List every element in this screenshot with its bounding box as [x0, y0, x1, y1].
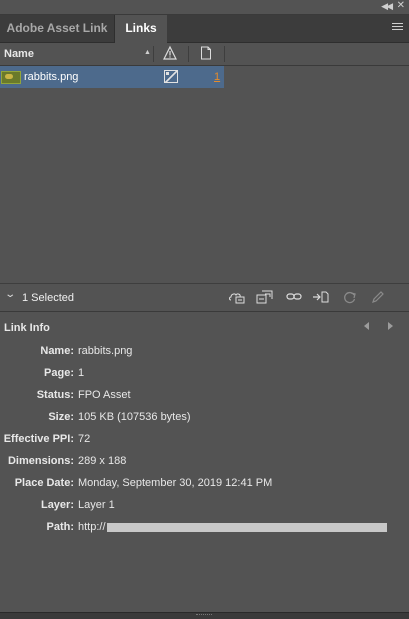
close-panel-icon[interactable]: ✕: [397, 0, 405, 11]
info-label: Page:: [44, 367, 74, 379]
collapse-panel-icon[interactable]: ◀◀: [381, 1, 393, 12]
warning-triangle-icon[interactable]: [163, 45, 177, 61]
previous-link-icon[interactable]: [364, 322, 369, 330]
link-row-rabbits[interactable]: rabbits.png 1: [0, 66, 224, 88]
page-number-link[interactable]: 1: [214, 71, 220, 83]
tab-bar: Adobe Asset Link Links: [0, 15, 409, 43]
panel-menu-icon[interactable]: [392, 23, 403, 32]
info-value: Layer 1: [78, 499, 115, 511]
info-value: 1: [78, 367, 85, 379]
next-link-icon[interactable]: [388, 322, 393, 330]
info-value: Monday, September 30, 2019 12:41 PM: [78, 477, 273, 489]
info-value: 289 x 188: [78, 455, 127, 467]
info-label: Status:: [36, 389, 74, 401]
sort-ascending-icon[interactable]: ▲: [144, 49, 151, 56]
info-row-name: Name: rabbits.png: [0, 345, 409, 361]
column-divider: [224, 46, 225, 62]
info-label: Name:: [40, 345, 74, 357]
tab-adobe-asset-link[interactable]: Adobe Asset Link: [0, 15, 115, 42]
info-label: Size:: [48, 411, 74, 423]
info-row-effective-ppi: Effective PPI: 72: [0, 433, 409, 449]
info-label: Dimensions:: [7, 455, 74, 467]
thumbnail-icon: [1, 71, 21, 84]
link-info-header: Link Info: [0, 317, 409, 339]
info-row-dimensions: Dimensions: 289 x 188: [0, 455, 409, 471]
refresh-icon[interactable]: [341, 290, 359, 304]
info-row-place-date: Place Date: Monday, September 30, 2019 1…: [0, 477, 409, 493]
resize-grip-icon[interactable]: [196, 614, 212, 618]
link-info-title[interactable]: Link Info: [4, 322, 50, 334]
info-row-page: Page: 1: [0, 367, 409, 383]
info-label: Effective PPI:: [3, 433, 74, 445]
panel-top-strip: ◀◀ ✕: [0, 0, 409, 15]
redacted-path-bar: [106, 522, 387, 532]
relink-to-folder-icon[interactable]: [256, 290, 274, 304]
path-text: http://: [78, 521, 106, 533]
info-row-status: Status: FPO Asset: [0, 389, 409, 405]
edit-original-icon[interactable]: [369, 290, 387, 304]
info-value: FPO Asset: [78, 389, 131, 401]
column-divider: [153, 46, 154, 62]
info-row-path: Path: http://: [0, 521, 409, 537]
info-value: 105 KB (107536 bytes): [78, 411, 191, 423]
info-value: http://: [78, 521, 387, 533]
page-icon[interactable]: [200, 46, 212, 60]
info-label: Path:: [46, 521, 75, 533]
info-label: Place Date:: [14, 477, 74, 489]
links-list: rabbits.png 1: [0, 66, 409, 281]
links-panel: ◀◀ ✕ Adobe Asset Link Links Name ▲ rabbi…: [0, 0, 409, 619]
column-divider: [188, 46, 189, 62]
name-column-header[interactable]: Name: [4, 48, 34, 60]
info-value: 72: [78, 433, 91, 445]
go-to-link-icon[interactable]: [285, 290, 303, 304]
info-label: Layer:: [40, 499, 74, 511]
selection-count: 1 Selected: [22, 292, 74, 304]
info-row-size: Size: 105 KB (107536 bytes): [0, 411, 409, 427]
tab-links[interactable]: Links: [115, 15, 167, 43]
info-value: rabbits.png: [78, 345, 133, 357]
fpo-status-icon[interactable]: [164, 70, 178, 83]
links-toolbar: ⌄ 1 Selected: [0, 283, 409, 312]
cloud-relink-icon[interactable]: [228, 290, 246, 304]
link-filename: rabbits.png: [24, 71, 79, 83]
chevron-down-icon[interactable]: ⌄: [4, 289, 16, 300]
column-header: Name ▲: [0, 43, 409, 66]
info-row-layer: Layer: Layer 1: [0, 499, 409, 515]
update-link-icon[interactable]: [312, 290, 330, 304]
